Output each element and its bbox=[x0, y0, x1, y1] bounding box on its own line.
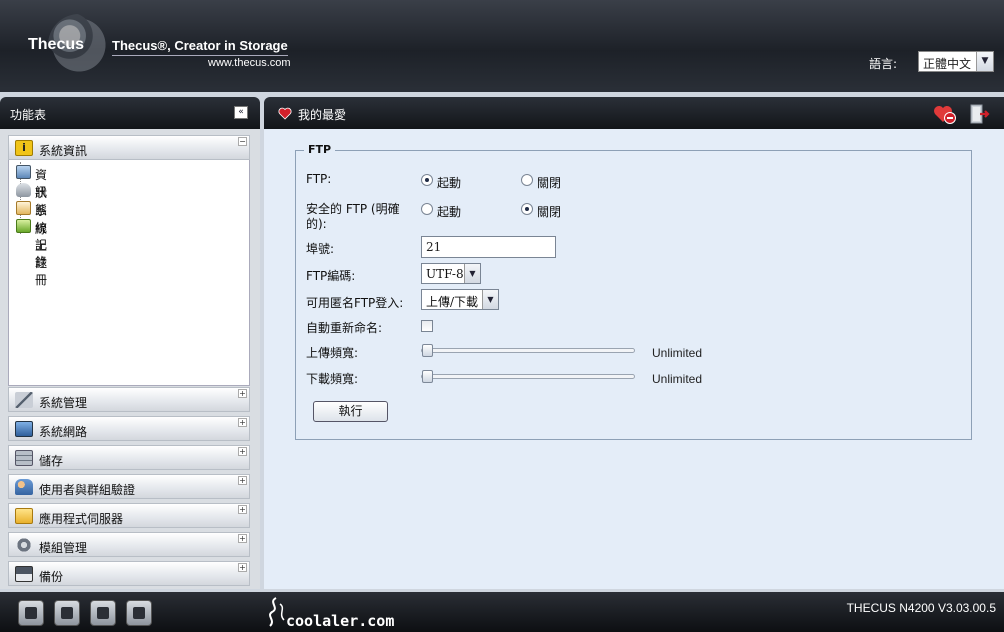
expand-toggle-icon[interactable]: + bbox=[238, 418, 247, 427]
server-icon[interactable] bbox=[18, 600, 44, 626]
anonymous-login-label: 可用匿名FTP登入: bbox=[306, 296, 404, 310]
gear-icon bbox=[15, 537, 33, 553]
users-icon bbox=[15, 479, 33, 495]
content-title: 我的最愛 bbox=[298, 108, 347, 122]
slider-handle[interactable] bbox=[422, 370, 433, 383]
anonymous-login-select[interactable]: 上傳/下載 ▼ bbox=[421, 289, 499, 310]
sidebar-section-users-groups[interactable]: 使用者與群組驗證 + bbox=[8, 474, 250, 499]
sidebar-section-label: 儲存 bbox=[39, 454, 64, 468]
register-icon bbox=[16, 219, 31, 233]
expand-toggle-icon[interactable]: + bbox=[238, 563, 247, 572]
anonymous-login-value: 上傳/下載 bbox=[426, 295, 479, 309]
encoding-value: UTF-8 bbox=[426, 267, 464, 281]
log-icon bbox=[16, 201, 31, 215]
sidebar-section-storage[interactable]: 儲存 + bbox=[8, 445, 250, 470]
sidebar-section-network[interactable]: 系統網路 + bbox=[8, 416, 250, 441]
download-bandwidth-value: Unlimited bbox=[652, 372, 703, 386]
footer: coolaler.com THECUS N4200 V3.03.00.5 bbox=[0, 592, 1004, 632]
port-label: 埠號: bbox=[306, 242, 335, 256]
content-header: 我的最愛 bbox=[264, 97, 1004, 129]
sidebar-section-modules[interactable]: 模組管理 + bbox=[8, 532, 250, 557]
secure-ftp-disable-label: 關閉 bbox=[537, 205, 562, 219]
watermark-text: coolaler.com bbox=[286, 612, 395, 630]
version-text: THECUS N4200 V3.03.00.5 bbox=[846, 601, 996, 615]
network-icon bbox=[15, 421, 33, 437]
expand-toggle-icon[interactable]: + bbox=[238, 389, 247, 398]
collapse-toggle-icon[interactable]: − bbox=[238, 137, 247, 146]
encoding-select[interactable]: UTF-8 ▼ bbox=[421, 263, 481, 284]
encoding-label: FTP編碼: bbox=[306, 269, 356, 283]
sidebar-section-system-info[interactable]: i 系統資訊 − bbox=[8, 135, 250, 160]
language-select[interactable]: 正體中文 ▼ bbox=[918, 51, 994, 72]
storage-icon bbox=[15, 450, 33, 466]
ftp-enable-radio[interactable] bbox=[421, 174, 433, 186]
secure-ftp-enable-label: 起動 bbox=[437, 205, 462, 219]
apply-button[interactable]: 執行 bbox=[313, 401, 388, 422]
user-status-icon bbox=[16, 183, 31, 197]
expand-toggle-icon[interactable]: + bbox=[238, 505, 247, 514]
logo-text: Thecus bbox=[28, 36, 85, 53]
sidebar-section-label: 備份 bbox=[39, 570, 64, 584]
sidebar-item-label: 線上註冊 bbox=[35, 222, 48, 287]
folder-icon bbox=[15, 508, 33, 524]
fan-icon[interactable] bbox=[90, 600, 116, 626]
auto-rename-label: 自動重新命名: bbox=[306, 321, 383, 335]
disk-icon[interactable] bbox=[54, 600, 80, 626]
network-tree-icon[interactable] bbox=[126, 600, 152, 626]
tools-icon bbox=[15, 392, 33, 408]
heart-icon bbox=[278, 107, 292, 120]
sidebar-section-backup[interactable]: 備份 + bbox=[8, 561, 250, 586]
info-icon: i bbox=[15, 140, 33, 156]
logo-url: www.thecus.com bbox=[208, 57, 291, 69]
ftp-disable-radio[interactable] bbox=[521, 174, 533, 186]
secure-ftp-disable-radio[interactable] bbox=[521, 203, 533, 215]
sidebar-section-label: 系統資訊 bbox=[39, 144, 88, 158]
content-panel: FTP FTP: 起動 關閉 安全的 FTP (明確 的): 起動 關閉 埠號:… bbox=[264, 129, 1004, 589]
remove-favorite-icon[interactable] bbox=[932, 103, 958, 125]
sidebar-section-app-server[interactable]: 應用程式伺服器 + bbox=[8, 503, 250, 528]
ftp-disable-label: 關閉 bbox=[537, 176, 562, 190]
chevron-down-icon[interactable]: ▼ bbox=[482, 290, 498, 309]
backup-icon bbox=[15, 566, 33, 582]
download-bandwidth-slider[interactable] bbox=[421, 370, 635, 383]
sidebar-title: 功能表 bbox=[10, 108, 47, 122]
ftp-enable-label: 起動 bbox=[437, 176, 462, 190]
expand-toggle-icon[interactable]: + bbox=[238, 476, 247, 485]
collapse-sidebar-button[interactable]: « bbox=[234, 106, 248, 119]
logo-slogan: Thecus®, Creator in Storage bbox=[112, 38, 288, 53]
magnifier-icon bbox=[16, 165, 31, 179]
logout-icon[interactable] bbox=[968, 103, 990, 125]
ftp-legend: FTP bbox=[304, 143, 336, 156]
expand-toggle-icon[interactable]: + bbox=[238, 447, 247, 456]
port-input[interactable]: 21 bbox=[421, 236, 556, 258]
slider-handle[interactable] bbox=[422, 344, 433, 357]
auto-rename-checkbox[interactable] bbox=[421, 320, 433, 332]
sidebar-section-label: 應用程式伺服器 bbox=[39, 512, 124, 526]
sidebar-section-label: 系統網路 bbox=[39, 425, 88, 439]
ftp-settings-group: FTP FTP: 起動 關閉 安全的 FTP (明確 的): 起動 關閉 埠號:… bbox=[295, 143, 972, 440]
language-label: 語言: bbox=[869, 57, 898, 71]
upload-bandwidth-label: 上傳頻寬: bbox=[306, 346, 359, 360]
expand-toggle-icon[interactable]: + bbox=[238, 534, 247, 543]
secure-ftp-enable-radio[interactable] bbox=[421, 203, 433, 215]
language-value: 正體中文 bbox=[923, 57, 972, 71]
sidebar-section-label: 模組管理 bbox=[39, 541, 88, 555]
watermark: coolaler.com bbox=[262, 596, 412, 630]
secure-ftp-label-cont: 的): bbox=[306, 217, 327, 231]
header: Thecus Thecus®, Creator in Storage www.t… bbox=[0, 0, 1004, 92]
sidebar: i 系統資訊 − 資訊 狀態 系統記錄 線上註冊 系統管理 + 系統網路 + 儲… bbox=[0, 129, 260, 589]
chevron-down-icon[interactable]: ▼ bbox=[976, 52, 993, 71]
logo-divider bbox=[112, 55, 288, 56]
upload-bandwidth-value: Unlimited bbox=[652, 346, 703, 360]
sidebar-header: 功能表 « bbox=[0, 97, 260, 129]
sidebar-section-system-management[interactable]: 系統管理 + bbox=[8, 387, 250, 412]
download-bandwidth-label: 下載頻寬: bbox=[306, 372, 359, 386]
sidebar-section-label: 使用者與群組驗證 bbox=[39, 483, 136, 497]
chevron-down-icon[interactable]: ▼ bbox=[464, 264, 480, 283]
sidebar-section-label: 系統管理 bbox=[39, 396, 88, 410]
upload-bandwidth-slider[interactable] bbox=[421, 344, 635, 357]
ftp-label: FTP: bbox=[306, 172, 332, 186]
